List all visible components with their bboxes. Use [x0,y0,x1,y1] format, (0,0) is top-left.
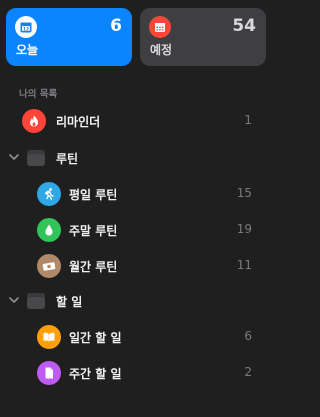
chevron-down-icon[interactable] [8,151,20,163]
list-item-daily-todo[interactable]: 일간 할 일 6 [0,319,274,355]
book-icon [37,325,61,349]
flame-icon [22,109,46,133]
calendar-icon [149,16,171,38]
group-todo[interactable]: 할 일 [0,283,274,319]
scheduled-smart-list[interactable]: 54 예정 [140,8,266,66]
money-icon [37,254,61,278]
chevron-down-icon[interactable] [8,294,20,306]
document-icon [37,361,61,385]
list-label: 월간 루틴 [69,260,118,274]
list-count: 15 [236,186,252,200]
list-count: 19 [236,222,252,236]
list-count: 2 [244,365,252,379]
reminders-sidebar: 12 6 오늘 54 예정 나의 목록 리마인더 1 루틴 평일 루틴 15 주… [0,0,274,417]
list-item-weekday-routine[interactable]: 평일 루틴 15 [0,176,274,212]
drop-icon [37,218,61,242]
list-label: 주간 할 일 [69,367,122,381]
folder-icon [26,147,46,168]
today-count: 6 [110,16,122,36]
running-person-icon [37,182,61,206]
list-item-monthly-routine[interactable]: 월간 루틴 11 [0,248,274,284]
group-label: 루틴 [56,152,79,166]
scheduled-count: 54 [232,16,256,36]
group-label: 할 일 [56,295,83,309]
group-routine[interactable]: 루틴 [0,140,274,176]
today-label: 오늘 [16,43,39,57]
scheduled-label: 예정 [150,43,173,57]
list-label: 주말 루틴 [69,224,118,238]
list-label: 일간 할 일 [69,331,122,345]
list-label: 평일 루틴 [69,188,118,202]
svg-text:12: 12 [23,26,29,32]
list-item-reminders[interactable]: 리마인더 1 [0,103,274,139]
list-count: 1 [244,113,252,127]
today-smart-list[interactable]: 12 6 오늘 [6,8,132,66]
list-item-weekend-routine[interactable]: 주말 루틴 19 [0,212,274,248]
calendar-today-icon: 12 [15,16,37,38]
list-label: 리마인더 [56,115,101,129]
my-lists-header: 나의 목록 [19,89,58,100]
folder-icon [26,290,46,311]
list-item-weekly-todo[interactable]: 주간 할 일 2 [0,355,274,391]
list-count: 11 [236,258,252,272]
list-count: 6 [244,329,252,343]
